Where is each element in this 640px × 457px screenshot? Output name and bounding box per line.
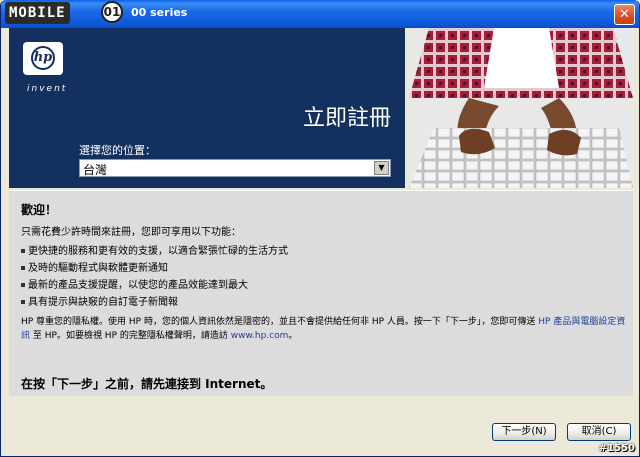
main-content: 歡迎！ 只需花費少許時間來註冊，您即可享用以下功能： 更快捷的服務和更有效的支援… [9, 190, 633, 396]
hp-logo-box: hp [23, 42, 63, 75]
header-left-panel: hp invent 立即註冊 選擇您的位置： 台灣 ▼ [9, 28, 405, 188]
hp-logo-mark: hp [31, 46, 55, 70]
page-title: 立即註冊 [302, 106, 391, 131]
close-button[interactable]: ✕ [614, 4, 635, 25]
registration-window: MOBILE 01 00 series ✕ hp invent 立即註冊 選擇您… [0, 0, 640, 457]
feature-text: 最新的產品支援提醒，以使您的產品效能達到最大 [28, 280, 248, 291]
cancel-button[interactable]: 取消(C) [567, 423, 631, 441]
mobile01-logo: MOBILE [5, 2, 70, 24]
next-button[interactable]: 下一步(N) [492, 423, 556, 441]
hp-logo-tagline: invent [27, 84, 68, 94]
location-selected-value: 台灣 [83, 163, 108, 177]
list-item: 更快捷的服務和更有效的支援，以適合緊張忙碌的生活方式 [21, 243, 288, 260]
connect-notice: 在按「下一步」之前，請先連接到 Internet。 [21, 377, 273, 391]
title-bar: MOBILE 01 00 series ✕ [1, 0, 639, 28]
intro-text: 只需花費少許時間來註冊，您即可享用以下功能： [21, 227, 241, 238]
list-item: 及時的驅動程式與軟體更新通知 [21, 260, 288, 277]
privacy-text-3: 。 [288, 331, 298, 341]
bullet-icon [21, 300, 25, 304]
list-item: 最新的產品支援提醒，以使您的產品效能達到最大 [21, 277, 288, 294]
feature-text: 具有提示與訣竅的自訂電子新聞報 [28, 297, 178, 308]
location-label: 選擇您的位置： [79, 144, 156, 157]
privacy-notice: HP 尊重您的隱私權。使用 HP 時，您的個人資訊依然是隱密的，並且不會提供給任… [21, 315, 629, 343]
window-title: 00 series [131, 6, 188, 19]
close-icon: ✕ [619, 7, 630, 22]
welcome-heading: 歡迎！ [21, 203, 58, 217]
bullet-icon [21, 283, 25, 287]
chevron-down-icon[interactable]: ▼ [374, 161, 389, 175]
hp-logo: hp invent [23, 42, 73, 100]
privacy-text-1: HP 尊重您的隱私權。使用 HP 時，您的個人資訊依然是隱密的，並且不會提供給任… [21, 317, 536, 327]
watermark: #1550 [598, 443, 635, 454]
typing-hands-illustration [409, 28, 633, 188]
hp-website-link[interactable]: www.hp.com [231, 331, 289, 341]
hero-photo [409, 28, 633, 188]
feature-text: 及時的驅動程式與軟體更新通知 [28, 263, 168, 274]
header-banner: hp invent 立即註冊 選擇您的位置： 台灣 ▼ [9, 28, 633, 188]
feature-list: 更快捷的服務和更有效的支援，以適合緊張忙碌的生活方式 及時的驅動程式與軟體更新通… [21, 243, 288, 311]
location-select[interactable]: 台灣 ▼ [79, 159, 391, 177]
mobile01-logo-circle: 01 [101, 1, 123, 23]
privacy-text-2: 至 HP。如要檢視 HP 的完整隱私權聲明，請造訪 [32, 331, 228, 341]
bullet-icon [21, 249, 25, 253]
feature-text: 更快捷的服務和更有效的支援，以適合緊張忙碌的生活方式 [28, 246, 288, 257]
list-item: 具有提示與訣竅的自訂電子新聞報 [21, 294, 288, 311]
bullet-icon [21, 266, 25, 270]
